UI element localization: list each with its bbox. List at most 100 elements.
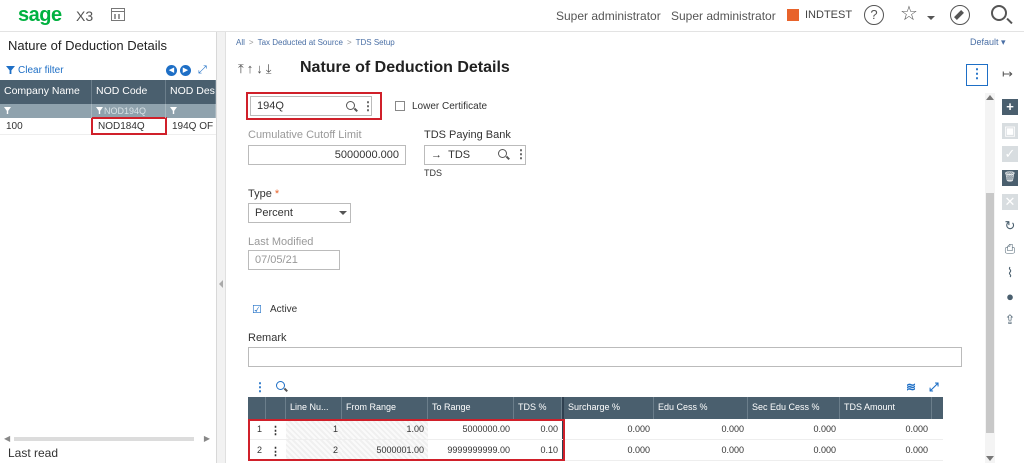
- refresh-icon[interactable]: ↻: [1002, 218, 1018, 234]
- comment-icon[interactable]: ●: [1002, 289, 1018, 305]
- previous-page-icon[interactable]: ◀: [166, 65, 177, 76]
- column-header[interactable]: To Range: [428, 397, 514, 419]
- column-header[interactable]: Line Nu...: [286, 397, 342, 419]
- column-header[interactable]: From Range: [342, 397, 428, 419]
- breadcrumb-item[interactable]: All: [236, 38, 245, 47]
- checkmark-icon[interactable]: ☑: [252, 303, 262, 316]
- active-label: Active: [270, 304, 298, 315]
- list-item[interactable]: 100 NOD184Q 194Q OF I: [0, 117, 216, 135]
- chevron-down-icon[interactable]: [339, 211, 347, 215]
- next-record-icon[interactable]: ↓: [256, 61, 266, 76]
- clear-filter-label: Clear filter: [18, 65, 64, 76]
- user-name[interactable]: Super administrator: [556, 9, 661, 23]
- tds-amount-cell[interactable]: 0.000: [840, 440, 932, 460]
- column-header[interactable]: Surcharge %: [562, 397, 654, 419]
- surcharge-cell[interactable]: 0.000: [562, 440, 654, 460]
- favorites-star-icon[interactable]: ☆: [898, 4, 920, 26]
- filter-cell[interactable]: [0, 104, 92, 118]
- last-modified-field: 07/05/21: [248, 250, 340, 270]
- grid-menu-icon[interactable]: ⋮: [254, 380, 266, 394]
- bank-field[interactable]: → TDS: [424, 145, 526, 165]
- exit-icon[interactable]: ↦: [1002, 66, 1013, 82]
- column-header[interactable]: TDS %: [514, 397, 562, 419]
- breadcrumb-item[interactable]: TDS Setup: [356, 38, 395, 47]
- expand-icon[interactable]: ⤢: [198, 64, 207, 77]
- scroll-down-icon[interactable]: [986, 456, 994, 461]
- vertical-scrollbar[interactable]: [985, 93, 995, 463]
- record-navigation[interactable]: ⤒↑↓⤓: [238, 61, 275, 77]
- surcharge-cell[interactable]: 0.000: [562, 419, 654, 439]
- column-header[interactable]: NOD Code: [92, 80, 166, 104]
- chevron-right-icon: >: [346, 38, 352, 47]
- cancel-icon: ✕: [1002, 194, 1018, 210]
- filter-icon: [4, 107, 11, 114]
- delete-icon[interactable]: 🗑: [1002, 170, 1018, 186]
- next-page-icon[interactable]: ▶: [180, 65, 191, 76]
- last-modified-value: 07/05/21: [255, 254, 298, 266]
- add-icon[interactable]: +: [1002, 99, 1018, 115]
- left-grid-filter-row: NOD194Q: [0, 104, 216, 118]
- help-icon[interactable]: ?: [864, 5, 884, 25]
- column-header[interactable]: Edu Cess %: [654, 397, 748, 419]
- cutoff-field[interactable]: 5000000.000: [248, 145, 406, 165]
- edu-cess-cell[interactable]: 0.000: [654, 419, 748, 439]
- clear-filter-link[interactable]: Clear filter: [6, 65, 64, 76]
- sage-logo[interactable]: sage: [18, 4, 62, 27]
- page-title: Nature of Deduction Details: [300, 59, 510, 76]
- chevron-down-icon: ▾: [1001, 37, 1006, 47]
- expand-icon[interactable]: ⤢: [929, 380, 939, 395]
- folder-name[interactable]: INDTEST: [805, 9, 852, 21]
- horizontal-scrollbar[interactable]: ◀ ▶: [4, 434, 210, 444]
- page-header: ⤒↑↓⤓ Nature of Deduction Details ⋮ ↦: [226, 50, 1024, 90]
- calendar-icon[interactable]: [111, 8, 125, 21]
- company-cell: 100: [6, 121, 23, 132]
- remark-field[interactable]: [248, 347, 962, 367]
- scroll-up-icon[interactable]: [986, 95, 994, 100]
- scrollbar-thumb[interactable]: [986, 193, 994, 433]
- attachment-icon[interactable]: ⌇: [1002, 265, 1018, 281]
- kebab-icon[interactable]: ⋮: [515, 148, 527, 160]
- breadcrumb-item[interactable]: Tax Deducted at Source: [258, 38, 343, 47]
- layers-icon[interactable]: ≋: [906, 380, 916, 394]
- kebab-icon[interactable]: ⋮: [362, 100, 374, 112]
- breadcrumb: All > Tax Deducted at Source > TDS Setup: [236, 38, 395, 47]
- filter-cell[interactable]: NOD194Q: [92, 104, 166, 118]
- share-icon[interactable]: ⇪: [1002, 312, 1018, 328]
- arrow-right-icon[interactable]: →: [431, 149, 442, 161]
- user-role[interactable]: Super administrator: [671, 9, 776, 23]
- last-modified-label: Last Modified: [248, 236, 314, 248]
- column-header[interactable]: TDS Amount: [840, 397, 932, 419]
- panel-collapse-handle[interactable]: [217, 32, 226, 463]
- filter-cell[interactable]: [166, 104, 216, 118]
- edu-cess-cell[interactable]: 0.000: [654, 440, 748, 460]
- sec-edu-cess-cell[interactable]: 0.000: [748, 440, 840, 460]
- sec-edu-cess-cell[interactable]: 0.000: [748, 419, 840, 439]
- search-icon[interactable]: [498, 149, 507, 158]
- bank-description: TDS: [424, 168, 442, 178]
- search-icon[interactable]: [991, 5, 1007, 21]
- search-icon[interactable]: [346, 101, 355, 110]
- column-header[interactable]: NOD Des: [166, 80, 216, 104]
- column-header[interactable]: Company Name: [0, 80, 92, 104]
- previous-record-icon[interactable]: ↑: [247, 61, 257, 76]
- tds-amount-cell[interactable]: 0.000: [840, 419, 932, 439]
- grid-search-icon[interactable]: [276, 381, 285, 390]
- scroll-right-icon[interactable]: ▶: [204, 434, 210, 443]
- print-icon[interactable]: ⎙: [1002, 241, 1018, 257]
- first-record-icon[interactable]: ⤒: [238, 61, 247, 76]
- lower-certificate-checkbox[interactable]: [395, 101, 405, 111]
- nod-code-cell[interactable]: NOD184Q: [91, 117, 167, 135]
- grid-header: Line Nu... From Range To Range TDS % Sur…: [248, 397, 943, 419]
- chevron-down-icon[interactable]: [927, 16, 935, 20]
- more-actions-button[interactable]: ⋮: [966, 64, 988, 86]
- scroll-left-icon[interactable]: ◀: [4, 434, 10, 443]
- scrollbar-track[interactable]: [14, 437, 194, 441]
- highlight-frame: [248, 419, 565, 461]
- view-selector[interactable]: Default ▾: [970, 37, 1006, 48]
- left-list-grid: Company Name NOD Code NOD Des NOD194Q 10…: [0, 80, 216, 135]
- type-label: Type *: [248, 188, 279, 200]
- column-header[interactable]: Sec Edu Cess %: [748, 397, 840, 419]
- last-record-icon[interactable]: ⤓: [266, 61, 275, 76]
- type-select[interactable]: Percent: [248, 203, 351, 223]
- compass-icon[interactable]: [950, 5, 970, 25]
